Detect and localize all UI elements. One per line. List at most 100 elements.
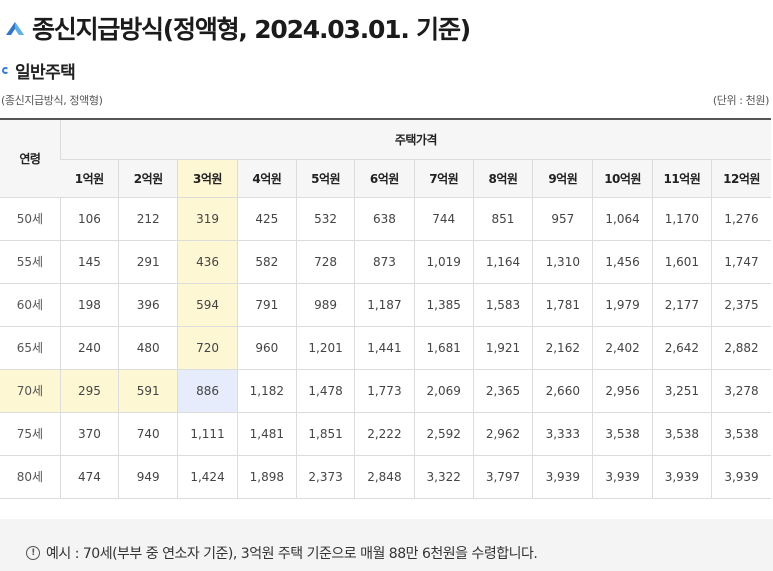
value-cell: 2,660: [532, 369, 593, 413]
value-cell: 960: [236, 326, 297, 370]
table-caption: (종신지급방식, 정액형): [1, 94, 103, 107]
table-row: 65세 240 480 720 960 1,201 1,441 1,681 1,921 2,162…: [0, 326, 771, 370]
value-cell: 2,373: [295, 455, 355, 499]
value-cell: 2,375: [711, 283, 771, 327]
value-cell: 851: [472, 197, 533, 241]
value-cell: 3,797: [472, 455, 533, 499]
value-cell: 396: [118, 283, 178, 327]
value-cell: 591: [118, 369, 178, 413]
value-cell: 886: [177, 369, 238, 413]
age-cell: 65세: [0, 326, 61, 370]
column-header: 5억원: [295, 159, 355, 198]
column-header: 8억원: [472, 159, 533, 198]
chevron-up-icon: [6, 22, 24, 35]
value-cell: 1,424: [177, 455, 238, 499]
unit-note: (단위 : 천원): [712, 94, 770, 107]
column-header: 12억원: [711, 159, 771, 198]
column-header: 1억원: [60, 159, 119, 198]
value-cell: 240: [59, 326, 119, 370]
value-cell: 106: [59, 197, 119, 241]
value-cell: 2,365: [472, 369, 533, 413]
table-row: 80세 474 949 1,424 1,898 2,373 2,848 3,322 3,797 3…: [0, 455, 771, 499]
section-header: 일반주택: [2, 58, 76, 83]
value-cell: 3,538: [651, 412, 712, 456]
value-cell: 3,939: [651, 455, 712, 499]
value-cell: 582: [236, 240, 297, 284]
example-box: ! 예시 : 70세(부부 중 연소자 기준), 3억원 주택 기준으로 매월 …: [0, 519, 773, 571]
value-cell: 1,310: [532, 240, 593, 284]
value-cell: 1,164: [472, 240, 533, 284]
value-cell: 791: [236, 283, 297, 327]
value-cell: 728: [295, 240, 355, 284]
value-cell: 3,538: [711, 412, 771, 456]
value-cell: 3,939: [592, 455, 653, 499]
table-row: 55세 145 291 436 582 728 873 1,019 1,164 1,310 1,45…: [0, 240, 771, 284]
value-cell: 1,921: [472, 326, 533, 370]
value-cell: 1,747: [711, 240, 771, 284]
value-cell: 1,187: [354, 283, 415, 327]
value-cell: 1,681: [413, 326, 474, 370]
value-cell: 1,182: [236, 369, 297, 413]
column-header: 9억원: [532, 159, 593, 198]
value-cell: 1,276: [711, 197, 771, 241]
age-cell: 50세: [0, 197, 61, 241]
value-cell: 2,222: [354, 412, 415, 456]
value-cell: 1,851: [295, 412, 355, 456]
value-cell: 1,583: [472, 283, 533, 327]
page-title: 종신지급방식(정액형, 2024.03.01. 기준): [32, 15, 471, 44]
table-row: 75세 370 740 1,111 1,481 1,851 2,222 2,592 2,962 3…: [0, 412, 771, 456]
value-cell: 2,069: [413, 369, 474, 413]
value-cell: 2,162: [532, 326, 593, 370]
value-cell: 1,170: [651, 197, 712, 241]
value-cell: 1,601: [651, 240, 712, 284]
value-cell: 1,019: [413, 240, 474, 284]
table-row: 70세 295 591 886 1,182 1,478 1,773 2,069 2,365 2,6…: [0, 369, 771, 413]
value-cell: 1,456: [592, 240, 653, 284]
column-header: 3억원: [177, 159, 238, 198]
value-cell: 2,882: [711, 326, 771, 370]
table-row: 50세 106 212 319 425 532 638 744 851 957 1,064 1,170…: [0, 197, 771, 241]
price-group-header: 주택가격: [59, 118, 771, 160]
value-cell: 1,481: [236, 412, 297, 456]
value-cell: 474: [59, 455, 119, 499]
value-cell: 1,478: [295, 369, 355, 413]
value-cell: 1,111: [177, 412, 238, 456]
value-cell: 198: [59, 283, 119, 327]
value-cell: 957: [532, 197, 593, 241]
value-cell: 949: [118, 455, 178, 499]
value-cell: 2,592: [413, 412, 474, 456]
value-cell: 2,642: [651, 326, 712, 370]
payment-table: 연령 주택가격 1억원 2억원 3억원 4억원 5억원 6억원 7억원 8억원 9억원 10억원 1…: [0, 118, 771, 499]
value-cell: 212: [118, 197, 178, 241]
value-cell: 740: [118, 412, 178, 456]
value-cell: 3,322: [413, 455, 474, 499]
value-cell: 1,441: [354, 326, 415, 370]
age-cell: 70세: [0, 369, 61, 413]
value-cell: 1,773: [354, 369, 415, 413]
value-cell: 1,898: [236, 455, 297, 499]
age-header: 연령: [0, 118, 61, 198]
example-text: 예시 : 70세(부부 중 연소자 기준), 3억원 주택 기준으로 매월 88…: [46, 546, 538, 562]
value-cell: 3,251: [651, 369, 712, 413]
value-cell: 3,538: [592, 412, 653, 456]
value-cell: 2,956: [592, 369, 653, 413]
age-cell: 80세: [0, 455, 61, 499]
value-cell: 1,979: [592, 283, 653, 327]
value-cell: 1,064: [592, 197, 653, 241]
value-cell: 532: [295, 197, 355, 241]
value-cell: 370: [59, 412, 119, 456]
value-cell: 1,201: [295, 326, 355, 370]
value-cell: 3,278: [711, 369, 771, 413]
value-cell: 425: [236, 197, 297, 241]
column-header: 2억원: [118, 159, 178, 198]
value-cell: 295: [59, 369, 119, 413]
value-cell: 2,177: [651, 283, 712, 327]
value-cell: 1,781: [532, 283, 593, 327]
value-cell: 3,939: [532, 455, 593, 499]
column-header: 11억원: [651, 159, 712, 198]
value-cell: 436: [177, 240, 238, 284]
value-cell: 3,333: [532, 412, 593, 456]
value-cell: 594: [177, 283, 238, 327]
value-cell: 638: [354, 197, 415, 241]
age-cell: 55세: [0, 240, 61, 284]
